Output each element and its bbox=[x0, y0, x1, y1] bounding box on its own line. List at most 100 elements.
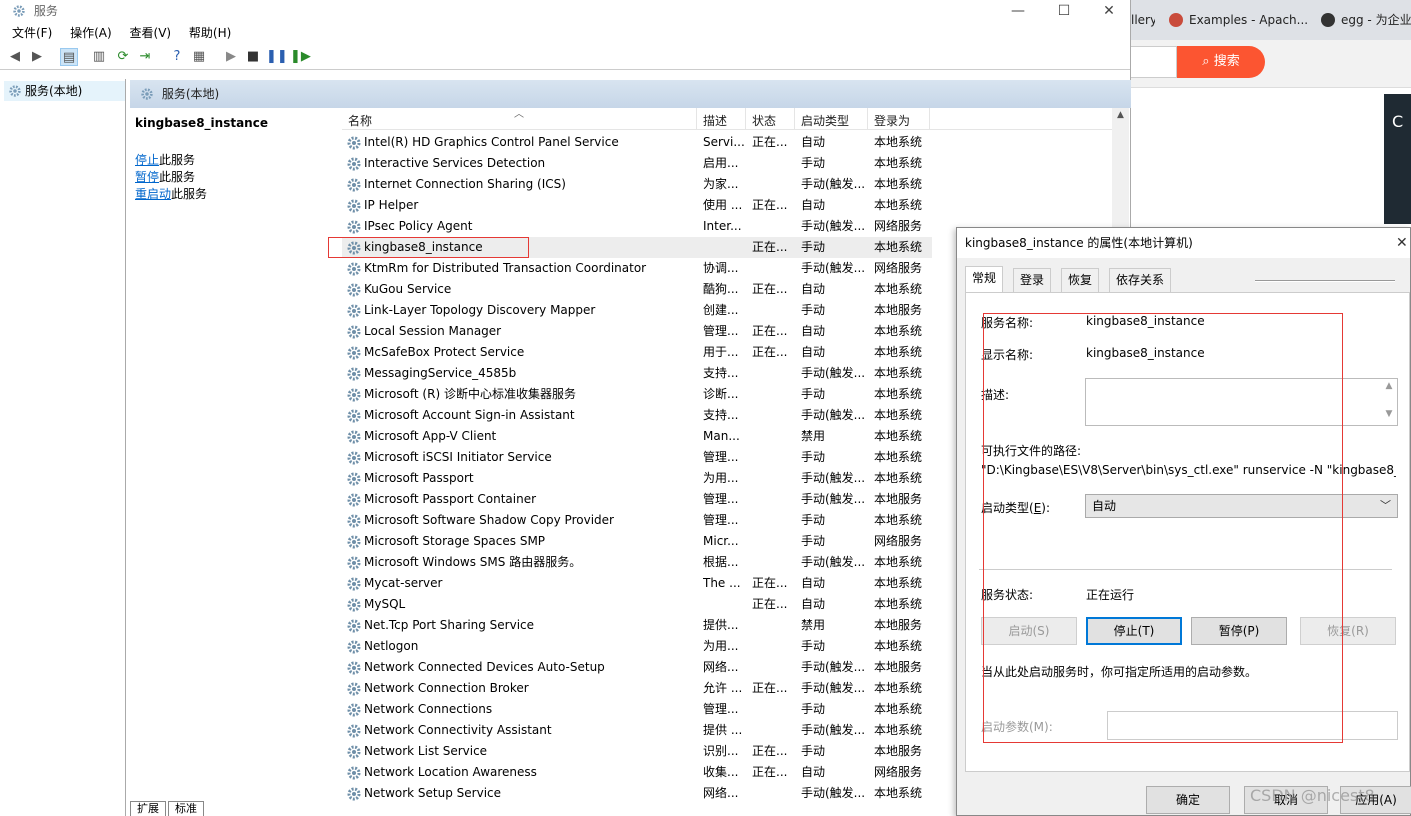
table-row[interactable]: MySQL 正在... 自动 本地系统 bbox=[342, 594, 932, 615]
service-logon-cell: 本地服务 bbox=[874, 618, 923, 632]
menu-action[interactable]: 操作(A) bbox=[70, 26, 112, 40]
menu-help[interactable]: 帮助(H) bbox=[189, 26, 231, 40]
restart-service-icon[interactable]: ❚▶ bbox=[290, 48, 311, 66]
tab-standard[interactable]: 标准 bbox=[168, 801, 204, 816]
export-list-icon[interactable]: ⇥ bbox=[136, 48, 154, 66]
browser-tab[interactable]: egg - 为企业 bbox=[1321, 8, 1411, 32]
table-row[interactable]: Net.Tcp Port Sharing Service 提供... 禁用 本地服务 bbox=[342, 615, 932, 636]
service-logon-cell: 本地系统 bbox=[874, 387, 923, 401]
stop-service-link[interactable]: 停止 bbox=[135, 153, 159, 167]
service-description-cell: 网络... bbox=[703, 660, 739, 674]
browser-tab[interactable]: llery bbox=[1131, 8, 1155, 32]
tree-node-services-local[interactable]: 服务(本地) bbox=[4, 81, 125, 101]
window-titlebar: 服务 — ☐ ✕ bbox=[0, 0, 1130, 22]
table-row[interactable]: Microsoft Account Sign-in Assistant 支持...… bbox=[342, 405, 932, 426]
table-row[interactable]: Internet Connection Sharing (ICS) 为家... 手动… bbox=[342, 174, 932, 195]
service-startup-cell: 自动 bbox=[801, 135, 826, 149]
service-description-cell: 管理... bbox=[703, 450, 739, 464]
table-row[interactable]: Microsoft Passport 为用... 手动(触发... 本地系统 bbox=[342, 468, 932, 489]
service-startup-cell: 自动 bbox=[801, 765, 826, 779]
tab-dependencies[interactable]: 依存关系 bbox=[1109, 268, 1172, 292]
forward-arrow-icon[interactable]: ▶ bbox=[28, 48, 46, 66]
table-row[interactable]: Link-Layer Topology Discovery Mapper 创建..… bbox=[342, 300, 932, 321]
table-row[interactable]: KtmRm for Distributed Transaction Coordi… bbox=[342, 258, 932, 279]
service-startup-cell: 自动 bbox=[801, 324, 826, 338]
minimize-button[interactable]: — bbox=[995, 0, 1041, 22]
action-pane-icon[interactable]: ▦ bbox=[190, 48, 208, 66]
service-description-cell: Man... bbox=[703, 429, 740, 443]
table-row[interactable]: Network Setup Service 网络... 手动(触发... 本地系统 bbox=[342, 783, 932, 803]
menu-view[interactable]: 查看(V) bbox=[130, 26, 172, 40]
table-row[interactable]: Network List Service 识别... 正在... 手动 本地服务 bbox=[342, 741, 932, 762]
column-header-status[interactable]: 状态 bbox=[752, 112, 776, 129]
service-logon-cell: 本地系统 bbox=[874, 198, 923, 212]
site-search-input[interactable] bbox=[1131, 46, 1177, 78]
table-row[interactable]: Microsoft (R) 诊断中心标准收集器服务 诊断... 手动 本地系统 bbox=[342, 384, 932, 405]
pause-service-icon[interactable]: ❚❚ bbox=[266, 48, 288, 66]
service-logon-cell: 本地系统 bbox=[874, 408, 923, 422]
properties-icon[interactable]: ▥ bbox=[90, 48, 108, 66]
restart-service-link[interactable]: 重启动 bbox=[135, 187, 171, 201]
table-row[interactable]: Intel(R) HD Graphics Control Panel Servi… bbox=[342, 132, 932, 153]
table-row[interactable]: Microsoft Windows SMS 路由器服务。 根据... 手动(触发..… bbox=[342, 552, 932, 573]
service-name-cell: Microsoft Windows SMS 路由器服务。 bbox=[364, 555, 582, 569]
site-search-button[interactable]: ⌕ 搜索 bbox=[1177, 46, 1265, 78]
column-header-logon-as[interactable]: 登录为 bbox=[874, 112, 910, 129]
tab-extended[interactable]: 扩展 bbox=[130, 801, 166, 816]
service-logon-cell: 本地系统 bbox=[874, 324, 923, 338]
table-row[interactable]: KuGou Service 酷狗... 正在... 自动 本地系统 bbox=[342, 279, 932, 300]
table-row[interactable]: Microsoft Passport Container 管理... 手动(触发..… bbox=[342, 489, 932, 510]
table-row[interactable]: MessagingService_4585b 支持... 手动(触发... 本地系统 bbox=[342, 363, 932, 384]
table-row[interactable]: Microsoft Storage Spaces SMP Micr... 手动 网络服… bbox=[342, 531, 932, 552]
tab-logon[interactable]: 登录 bbox=[1013, 268, 1052, 292]
tab-recovery[interactable]: 恢复 bbox=[1061, 268, 1100, 292]
start-service-icon[interactable]: ▶ bbox=[222, 48, 240, 66]
table-row[interactable]: IPsec Policy Agent Inter... 手动(触发... 网络服务 bbox=[342, 216, 932, 237]
service-startup-cell: 手动 bbox=[801, 387, 826, 401]
service-startup-cell: 手动(触发... bbox=[801, 261, 866, 275]
table-row[interactable]: Netlogon 为用... 手动 本地系统 bbox=[342, 636, 932, 657]
table-row[interactable]: Network Connections 管理... 手动 本地系统 bbox=[342, 699, 932, 720]
ok-button[interactable]: 确定 bbox=[1146, 786, 1230, 814]
service-name-cell: Net.Tcp Port Sharing Service bbox=[364, 618, 535, 632]
refresh-icon[interactable]: ⟳ bbox=[114, 48, 132, 66]
table-row[interactable]: McSafeBox Protect Service 用于... 正在... 自动 本地系… bbox=[342, 342, 932, 363]
service-status-cell: 正在... bbox=[752, 576, 788, 590]
table-row[interactable]: Network Connected Devices Auto-Setup 网络..… bbox=[342, 657, 932, 678]
table-row[interactable]: Network Connection Broker 允许 ... 正在... 手动(触… bbox=[342, 678, 932, 699]
pause-service-link[interactable]: 暂停 bbox=[135, 170, 159, 184]
table-row[interactable]: IP Helper 使用 ... 正在... 自动 本地系统 bbox=[342, 195, 932, 216]
close-button[interactable]: ✕ bbox=[1086, 0, 1132, 22]
service-description-cell: 管理... bbox=[703, 324, 739, 338]
service-logon-cell: 本地系统 bbox=[874, 429, 923, 443]
table-row[interactable]: Local Session Manager 管理... 正在... 自动 本地系统 bbox=[342, 321, 932, 342]
service-description-cell: 管理... bbox=[703, 513, 739, 527]
service-logon-cell: 本地系统 bbox=[874, 723, 923, 737]
stop-service-icon[interactable]: ■ bbox=[244, 48, 262, 66]
table-row[interactable]: Network Connectivity Assistant 提供 ... 手动(触… bbox=[342, 720, 932, 741]
help-icon[interactable]: ? bbox=[168, 48, 186, 66]
table-row[interactable]: Microsoft iSCSI Initiator Service 管理... 手动… bbox=[342, 447, 932, 468]
service-gear-icon bbox=[347, 493, 361, 507]
maximize-button[interactable]: ☐ bbox=[1041, 0, 1087, 22]
browser-tab[interactable]: Examples - Apach... bbox=[1169, 8, 1309, 32]
table-row[interactable]: Microsoft App-V Client Man... 禁用 本地系统 bbox=[342, 426, 932, 447]
dialog-close-icon[interactable]: ✕ bbox=[1396, 228, 1410, 258]
tab-general[interactable]: 常规 bbox=[965, 266, 1004, 293]
console-tree-icon[interactable]: ▤ bbox=[60, 48, 78, 66]
description-scrollbar[interactable]: ▲ ▼ bbox=[1381, 379, 1397, 425]
table-row[interactable]: Network Location Awareness 收集... 正在... 自动 网络… bbox=[342, 762, 932, 783]
side-banner: C bbox=[1384, 94, 1411, 224]
column-header-startup-type[interactable]: 启动类型 bbox=[801, 112, 849, 129]
column-header-name[interactable]: 名称 bbox=[348, 112, 372, 129]
menu-file[interactable]: 文件(F) bbox=[12, 26, 52, 40]
service-name-cell: KuGou Service bbox=[364, 282, 452, 296]
service-description-cell: 提供... bbox=[703, 618, 739, 632]
scroll-up-icon[interactable]: ▲ bbox=[1112, 110, 1129, 126]
column-header-description[interactable]: 描述 bbox=[703, 112, 727, 129]
table-row[interactable]: Interactive Services Detection 启用... 手动 本地系… bbox=[342, 153, 932, 174]
back-arrow-icon[interactable]: ◀ bbox=[6, 48, 24, 66]
table-row[interactable]: Microsoft Software Shadow Copy Provider 管… bbox=[342, 510, 932, 531]
service-gear-icon bbox=[347, 661, 361, 675]
table-row[interactable]: Mycat-server The ... 正在... 自动 本地系统 bbox=[342, 573, 932, 594]
